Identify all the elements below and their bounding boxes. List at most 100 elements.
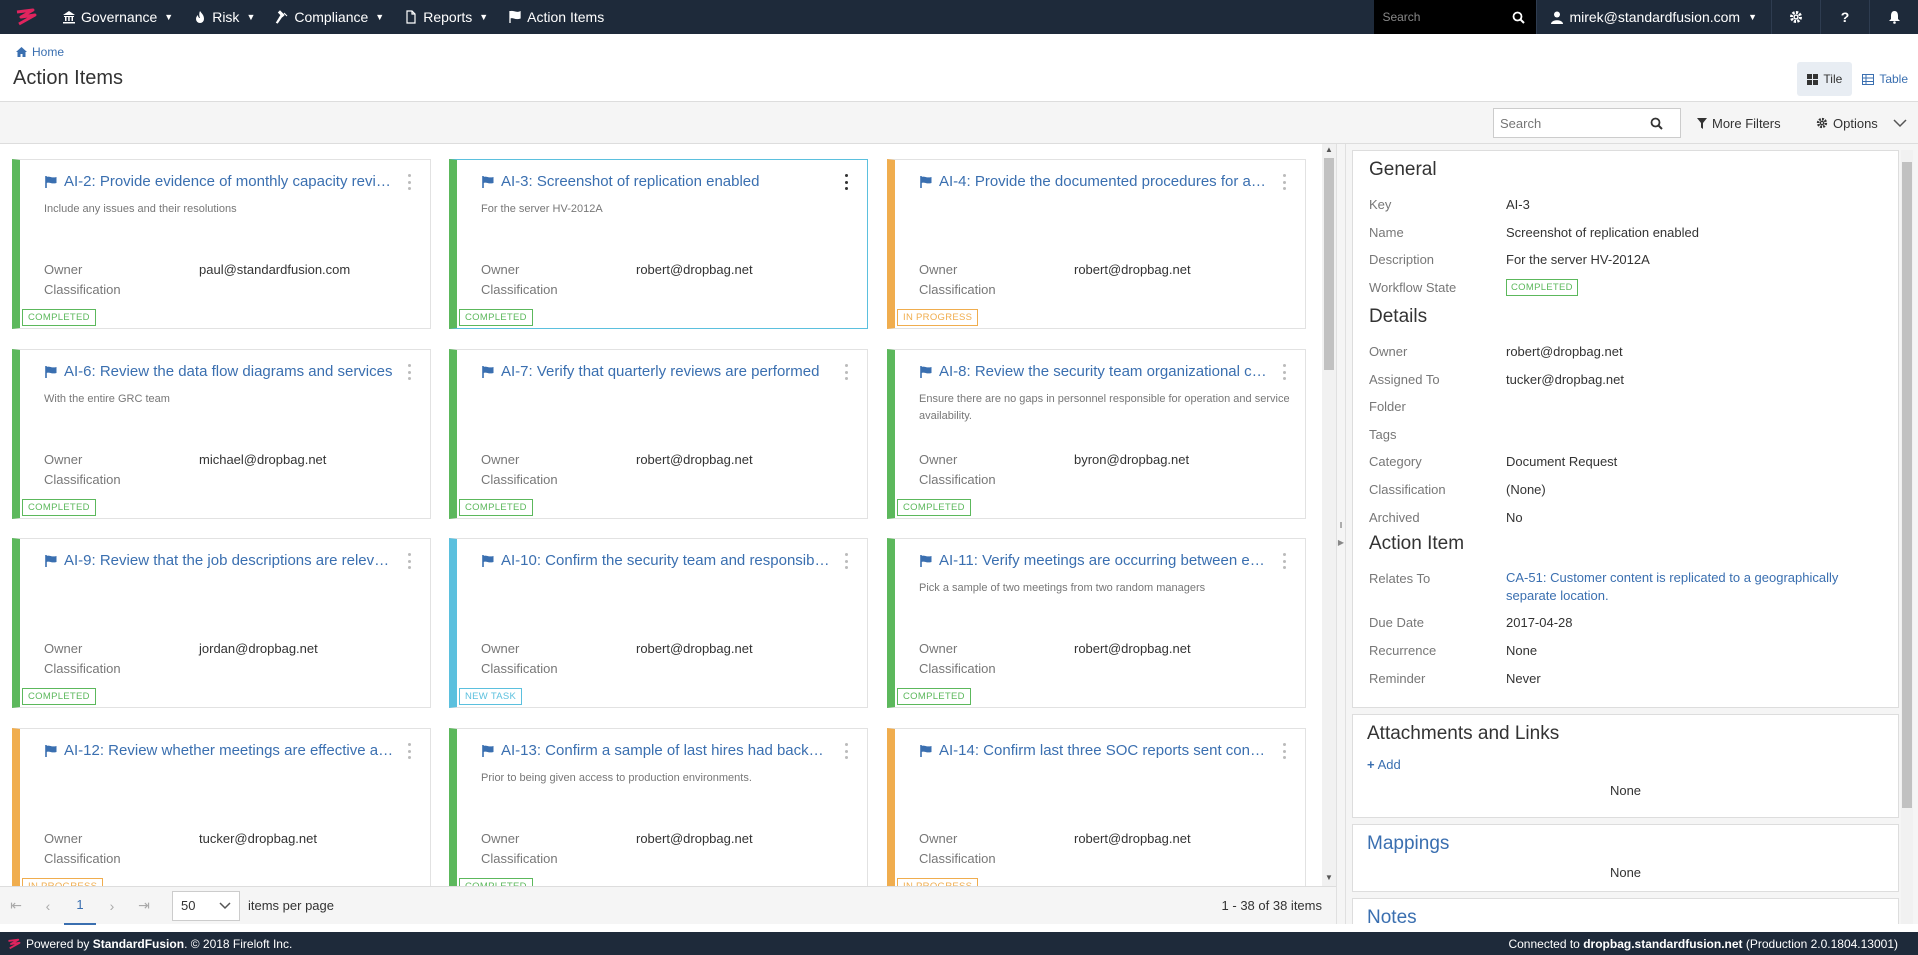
action-item-card[interactable]: AI-11: Verify meetings are occurring bet…	[887, 538, 1306, 708]
card-title-link[interactable]: AI-3: Screenshot of replication enabled	[481, 173, 831, 190]
action-item-card[interactable]: AI-12: Review whether meetings are effec…	[12, 728, 431, 886]
scroll-thumb[interactable]	[1324, 158, 1334, 370]
kebab-menu-icon[interactable]	[843, 553, 849, 569]
page-1-button[interactable]: 1	[64, 887, 96, 925]
recurrence-value: None	[1506, 643, 1538, 658]
mappings-heading[interactable]: Mappings	[1367, 833, 1449, 855]
card-title-link[interactable]: AI-6: Review the data flow diagrams and …	[44, 363, 394, 380]
relates-to-link[interactable]: CA-51: Customer content is replicated to…	[1506, 569, 1866, 605]
kebab-menu-icon[interactable]	[406, 174, 412, 190]
mappings-empty: None	[1609, 865, 1642, 880]
prev-page-button[interactable]: ‹	[32, 887, 64, 925]
kebab-menu-icon[interactable]	[1281, 553, 1287, 569]
action-item-card[interactable]: AI-9: Review that the job descriptions a…	[12, 538, 431, 708]
action-item-card[interactable]: AI-13: Confirm a sample of last hires ha…	[449, 728, 868, 886]
last-page-button[interactable]: ⇥	[128, 887, 160, 925]
caret-right-icon[interactable]: ▶	[1338, 538, 1344, 547]
kebab-menu-icon[interactable]	[843, 364, 849, 380]
card-title-link[interactable]: AI-4: Provide the documented procedures …	[919, 173, 1269, 190]
search-icon[interactable]	[1512, 11, 1526, 24]
filter-icon	[1697, 117, 1707, 129]
help-icon: ?	[1840, 9, 1850, 25]
add-attachment-button[interactable]: + Add	[1367, 757, 1401, 772]
tile-view-button[interactable]: Tile	[1797, 62, 1853, 96]
global-search-input[interactable]	[1382, 10, 1513, 24]
grid-scrollbar[interactable]: ▲ ▼	[1322, 144, 1336, 886]
nav-risk[interactable]: Risk ▼	[183, 0, 265, 34]
flag-icon	[920, 365, 932, 378]
detail-scrollbar[interactable]	[1901, 150, 1913, 924]
nav-governance[interactable]: Governance ▼	[52, 0, 183, 34]
card-title-link[interactable]: AI-10: Confirm the security team and res…	[481, 552, 831, 569]
card-title-link[interactable]: AI-13: Confirm a sample of last hires ha…	[481, 742, 831, 759]
action-item-card[interactable]: AI-2: Provide evidence of monthly capaci…	[12, 159, 431, 329]
panel-splitter[interactable]: ‖ ▶	[1336, 144, 1346, 924]
classification-label: Classification	[919, 851, 996, 866]
action-item-card[interactable]: AI-7: Verify that quarterly reviews are …	[449, 349, 868, 519]
kebab-menu-icon[interactable]	[1281, 364, 1287, 380]
card-title: AI-8: Review the security team organizat…	[939, 363, 1269, 380]
settings-button[interactable]	[1771, 0, 1820, 34]
notes-heading[interactable]: Notes	[1367, 907, 1417, 924]
action-item-card[interactable]: AI-10: Confirm the security team and res…	[449, 538, 868, 708]
user-menu[interactable]: mirek@standardfusion.com ▼	[1536, 0, 1771, 34]
card-title-link[interactable]: AI-8: Review the security team organizat…	[919, 363, 1269, 380]
kebab-menu-icon[interactable]	[1281, 743, 1287, 759]
action-item-card[interactable]: AI-8: Review the security team organizat…	[887, 349, 1306, 519]
kebab-menu-icon[interactable]	[406, 364, 412, 380]
nav-action-items[interactable]: Action Items	[498, 0, 614, 34]
breadcrumb-home-link[interactable]: Home	[32, 45, 64, 59]
card-title-link[interactable]: AI-2: Provide evidence of monthly capaci…	[44, 173, 394, 190]
card-title: AI-11: Verify meetings are occurring bet…	[939, 552, 1269, 569]
action-item-card[interactable]: AI-6: Review the data flow diagrams and …	[12, 349, 431, 519]
scroll-down-icon[interactable]: ▼	[1322, 872, 1336, 884]
kebab-menu-icon[interactable]	[1281, 174, 1287, 190]
next-page-button[interactable]: ›	[96, 887, 128, 925]
card-title-link[interactable]: AI-7: Verify that quarterly reviews are …	[481, 363, 831, 380]
status-badge: COMPLETED	[22, 499, 96, 516]
view-toggle: Tile Table	[1797, 62, 1918, 96]
page-size-select[interactable]: 50	[172, 890, 240, 921]
owner-value: robert@dropbag.net	[636, 452, 753, 467]
action-item-card[interactable]: AI-4: Provide the documented procedures …	[887, 159, 1306, 329]
gear-icon	[1816, 117, 1828, 129]
first-page-button[interactable]: ⇤	[0, 887, 32, 925]
card-description: Prior to being given access to productio…	[481, 772, 752, 784]
owner-label: Owner	[919, 831, 958, 846]
nav-compliance[interactable]: Compliance ▼	[265, 0, 394, 34]
scroll-up-icon[interactable]: ▲	[1322, 144, 1336, 156]
reminder-value: Never	[1506, 671, 1541, 686]
action-item-card[interactable]: AI-3: Screenshot of replication enabled F…	[449, 159, 868, 329]
kebab-menu-icon[interactable]	[843, 174, 849, 190]
card-title: AI-10: Confirm the security team and res…	[501, 552, 831, 569]
classification-label: Classification	[919, 661, 996, 676]
owner-label: Owner	[44, 831, 83, 846]
scroll-thumb[interactable]	[1902, 162, 1912, 808]
chevron-right-icon: ›	[109, 897, 115, 914]
kebab-menu-icon[interactable]	[406, 743, 412, 759]
workflow-state-value: COMPLETED	[1506, 278, 1578, 296]
table-view-button[interactable]: Table	[1852, 62, 1918, 96]
top-navbar: Governance ▼ Risk ▼ Compliance ▼ Reports ▼ A…	[0, 0, 1918, 34]
options-button[interactable]: Options	[1816, 108, 1878, 138]
search-icon[interactable]	[1650, 117, 1663, 130]
help-button[interactable]: ?	[1820, 0, 1869, 34]
card-title-link[interactable]: AI-9: Review that the job descriptions a…	[44, 552, 394, 569]
card-title-link[interactable]: AI-12: Review whether meetings are effec…	[44, 742, 394, 759]
gear-icon	[1790, 11, 1802, 23]
card-title-link[interactable]: AI-14: Confirm last three SOC reports se…	[919, 742, 1269, 759]
kebab-menu-icon[interactable]	[843, 743, 849, 759]
app-logo[interactable]	[0, 0, 52, 34]
kebab-menu-icon[interactable]	[406, 553, 412, 569]
more-filters-button[interactable]: More Filters	[1697, 108, 1781, 138]
filter-search-input[interactable]	[1500, 115, 1650, 131]
card-title-link[interactable]: AI-11: Verify meetings are occurring bet…	[919, 552, 1269, 569]
nav-reports[interactable]: Reports ▼	[394, 0, 498, 34]
status-badge: COMPLETED	[897, 688, 971, 705]
action-item-card[interactable]: AI-14: Confirm last three SOC reports se…	[887, 728, 1306, 886]
collapse-panel-button[interactable]	[1893, 108, 1907, 138]
status-badge: COMPLETED	[22, 688, 96, 705]
notifications-button[interactable]	[1869, 0, 1918, 34]
pager-info: 1 - 38 of 38 items	[1221, 898, 1322, 913]
per-page-label: items per page	[248, 898, 334, 913]
